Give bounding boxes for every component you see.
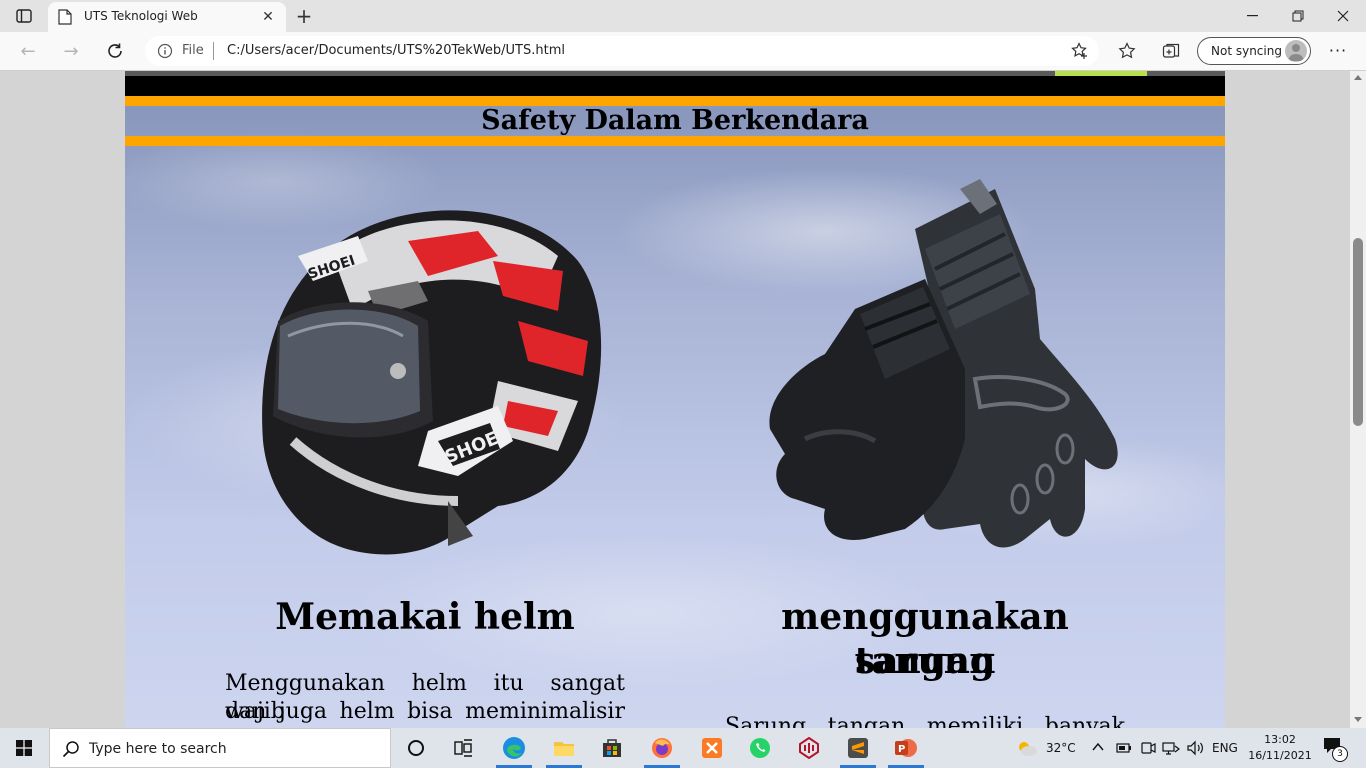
- forward-button[interactable]: →: [55, 37, 87, 65]
- minimize-icon: [1246, 15, 1258, 17]
- add-favorite-icon[interactable]: [1071, 42, 1089, 60]
- meet-now-icon[interactable]: [1140, 740, 1156, 756]
- close-icon: [1337, 10, 1349, 22]
- edge-icon: [503, 737, 525, 759]
- notifications-button[interactable]: 3: [1322, 736, 1350, 762]
- new-tab-button[interactable]: +: [290, 4, 318, 28]
- taskbar-whatsapp[interactable]: [736, 728, 784, 768]
- store-icon: [603, 739, 621, 757]
- page-container: Safety Dalam Berkendara SHOEI SHOEI Mema…: [125, 71, 1225, 728]
- collections-icon: [1162, 43, 1180, 58]
- address-bar[interactable]: File C:/Users/acer/Documents/UTS%20TekWe…: [145, 36, 1099, 66]
- gloves-image: [769, 179, 1118, 548]
- scheme-label: File: [182, 43, 204, 58]
- taskbar-sublime-text[interactable]: [834, 728, 882, 768]
- favorites-button[interactable]: [1117, 41, 1137, 61]
- refresh-icon: [108, 43, 122, 58]
- tab-title: UTS Teknologi Web: [84, 9, 198, 23]
- clock-time: 13:02: [1264, 733, 1296, 746]
- tab-close-icon[interactable]: ✕: [258, 7, 278, 27]
- vertical-scrollbar[interactable]: [1350, 71, 1366, 728]
- helmet-title: Memakai helm: [275, 596, 575, 638]
- scroll-up-icon[interactable]: [1354, 75, 1362, 80]
- info-icon[interactable]: [157, 43, 173, 59]
- clock-date: 16/11/2021: [1248, 749, 1312, 762]
- windows-taskbar: Type here to search P 32°C ENG 13:02 16/…: [0, 728, 1366, 768]
- url-text[interactable]: C:/Users/acer/Documents/UTS%20TekWeb/UTS…: [227, 43, 565, 58]
- cortana-icon: [408, 740, 424, 756]
- network-icon[interactable]: [1162, 740, 1180, 756]
- folder-icon: [554, 742, 574, 756]
- page-icon: [58, 9, 72, 25]
- taskbar-firefox[interactable]: [638, 728, 686, 768]
- task-view-button[interactable]: [440, 728, 488, 768]
- weather-temperature[interactable]: 32°C: [1046, 741, 1076, 755]
- sublime-icon: [848, 738, 868, 758]
- battery-icon[interactable]: [1116, 741, 1132, 755]
- weather-icon[interactable]: [1016, 739, 1038, 757]
- task-view-icon: [454, 739, 472, 757]
- language-indicator[interactable]: ENG: [1212, 741, 1238, 755]
- collections-button[interactable]: [1161, 41, 1181, 61]
- tab-bar: UTS Teknologi Web ✕ +: [0, 0, 1366, 32]
- windows-logo-icon: [16, 740, 32, 756]
- scrollbar-thumb[interactable]: [1353, 238, 1363, 426]
- taskbar-app-red[interactable]: [785, 728, 833, 768]
- cortana-button[interactable]: [392, 728, 440, 768]
- notification-count-badge: 3: [1332, 746, 1348, 762]
- xampp-icon: [702, 738, 722, 758]
- minimize-button[interactable]: [1229, 0, 1275, 32]
- bottom-orange-divider: [125, 136, 1225, 146]
- ruby-app-icon: [799, 737, 819, 759]
- address-separator: [213, 42, 214, 60]
- tab-actions-button[interactable]: [8, 5, 40, 27]
- section-heading: Safety Dalam Berkendara: [481, 105, 869, 136]
- taskbar-xampp[interactable]: [688, 728, 736, 768]
- close-window-button[interactable]: [1320, 0, 1366, 32]
- back-button[interactable]: ←: [12, 37, 44, 65]
- back-arrow-icon: ←: [20, 40, 36, 62]
- refresh-button[interactable]: [99, 37, 131, 65]
- whatsapp-icon: [750, 738, 770, 758]
- start-button[interactable]: [0, 728, 48, 768]
- helmet-image: SHOEI SHOEI: [262, 210, 602, 555]
- more-menu-button[interactable]: ···: [1326, 41, 1350, 61]
- banner-black-bar: [125, 76, 1225, 96]
- gloves-title-line-2: tangan: [854, 640, 996, 682]
- sync-label: Not syncing: [1211, 44, 1282, 58]
- taskbar-edge[interactable]: [490, 728, 538, 768]
- gloves-text-line-1: Sarung tangan memiliki banyak: [725, 714, 1125, 728]
- volume-icon[interactable]: [1186, 740, 1204, 756]
- favorites-icon: [1118, 42, 1136, 59]
- svg-text:P: P: [898, 744, 905, 755]
- forward-arrow-icon: →: [63, 40, 79, 62]
- search-icon: [62, 741, 79, 758]
- profile-sync-button[interactable]: Not syncing: [1197, 37, 1311, 65]
- restore-icon: [1292, 10, 1304, 22]
- powerpoint-icon: P: [895, 739, 917, 757]
- helmet-text-line-2: dan juga helm bisa meminimalisir: [225, 699, 625, 724]
- search-placeholder: Type here to search: [89, 741, 227, 757]
- restore-button[interactable]: [1275, 0, 1321, 32]
- taskbar-powerpoint[interactable]: P: [882, 728, 930, 768]
- taskbar-store[interactable]: [588, 728, 636, 768]
- browser-tab[interactable]: UTS Teknologi Web ✕: [48, 2, 286, 32]
- chevron-up-icon[interactable]: [1092, 742, 1104, 752]
- navigation-bar: ← → File C:/Users/acer/Documents/UTS%20T…: [0, 32, 1366, 71]
- taskbar-search-box[interactable]: Type here to search: [49, 728, 391, 768]
- clock[interactable]: 13:02 16/11/2021: [1244, 732, 1316, 764]
- scroll-down-icon[interactable]: [1354, 717, 1362, 722]
- page-viewport: Safety Dalam Berkendara SHOEI SHOEI Mema…: [0, 71, 1350, 728]
- tab-actions-icon: [16, 9, 32, 23]
- firefox-icon: [652, 738, 672, 758]
- taskbar-file-explorer[interactable]: [540, 728, 588, 768]
- avatar-icon: [1285, 40, 1307, 62]
